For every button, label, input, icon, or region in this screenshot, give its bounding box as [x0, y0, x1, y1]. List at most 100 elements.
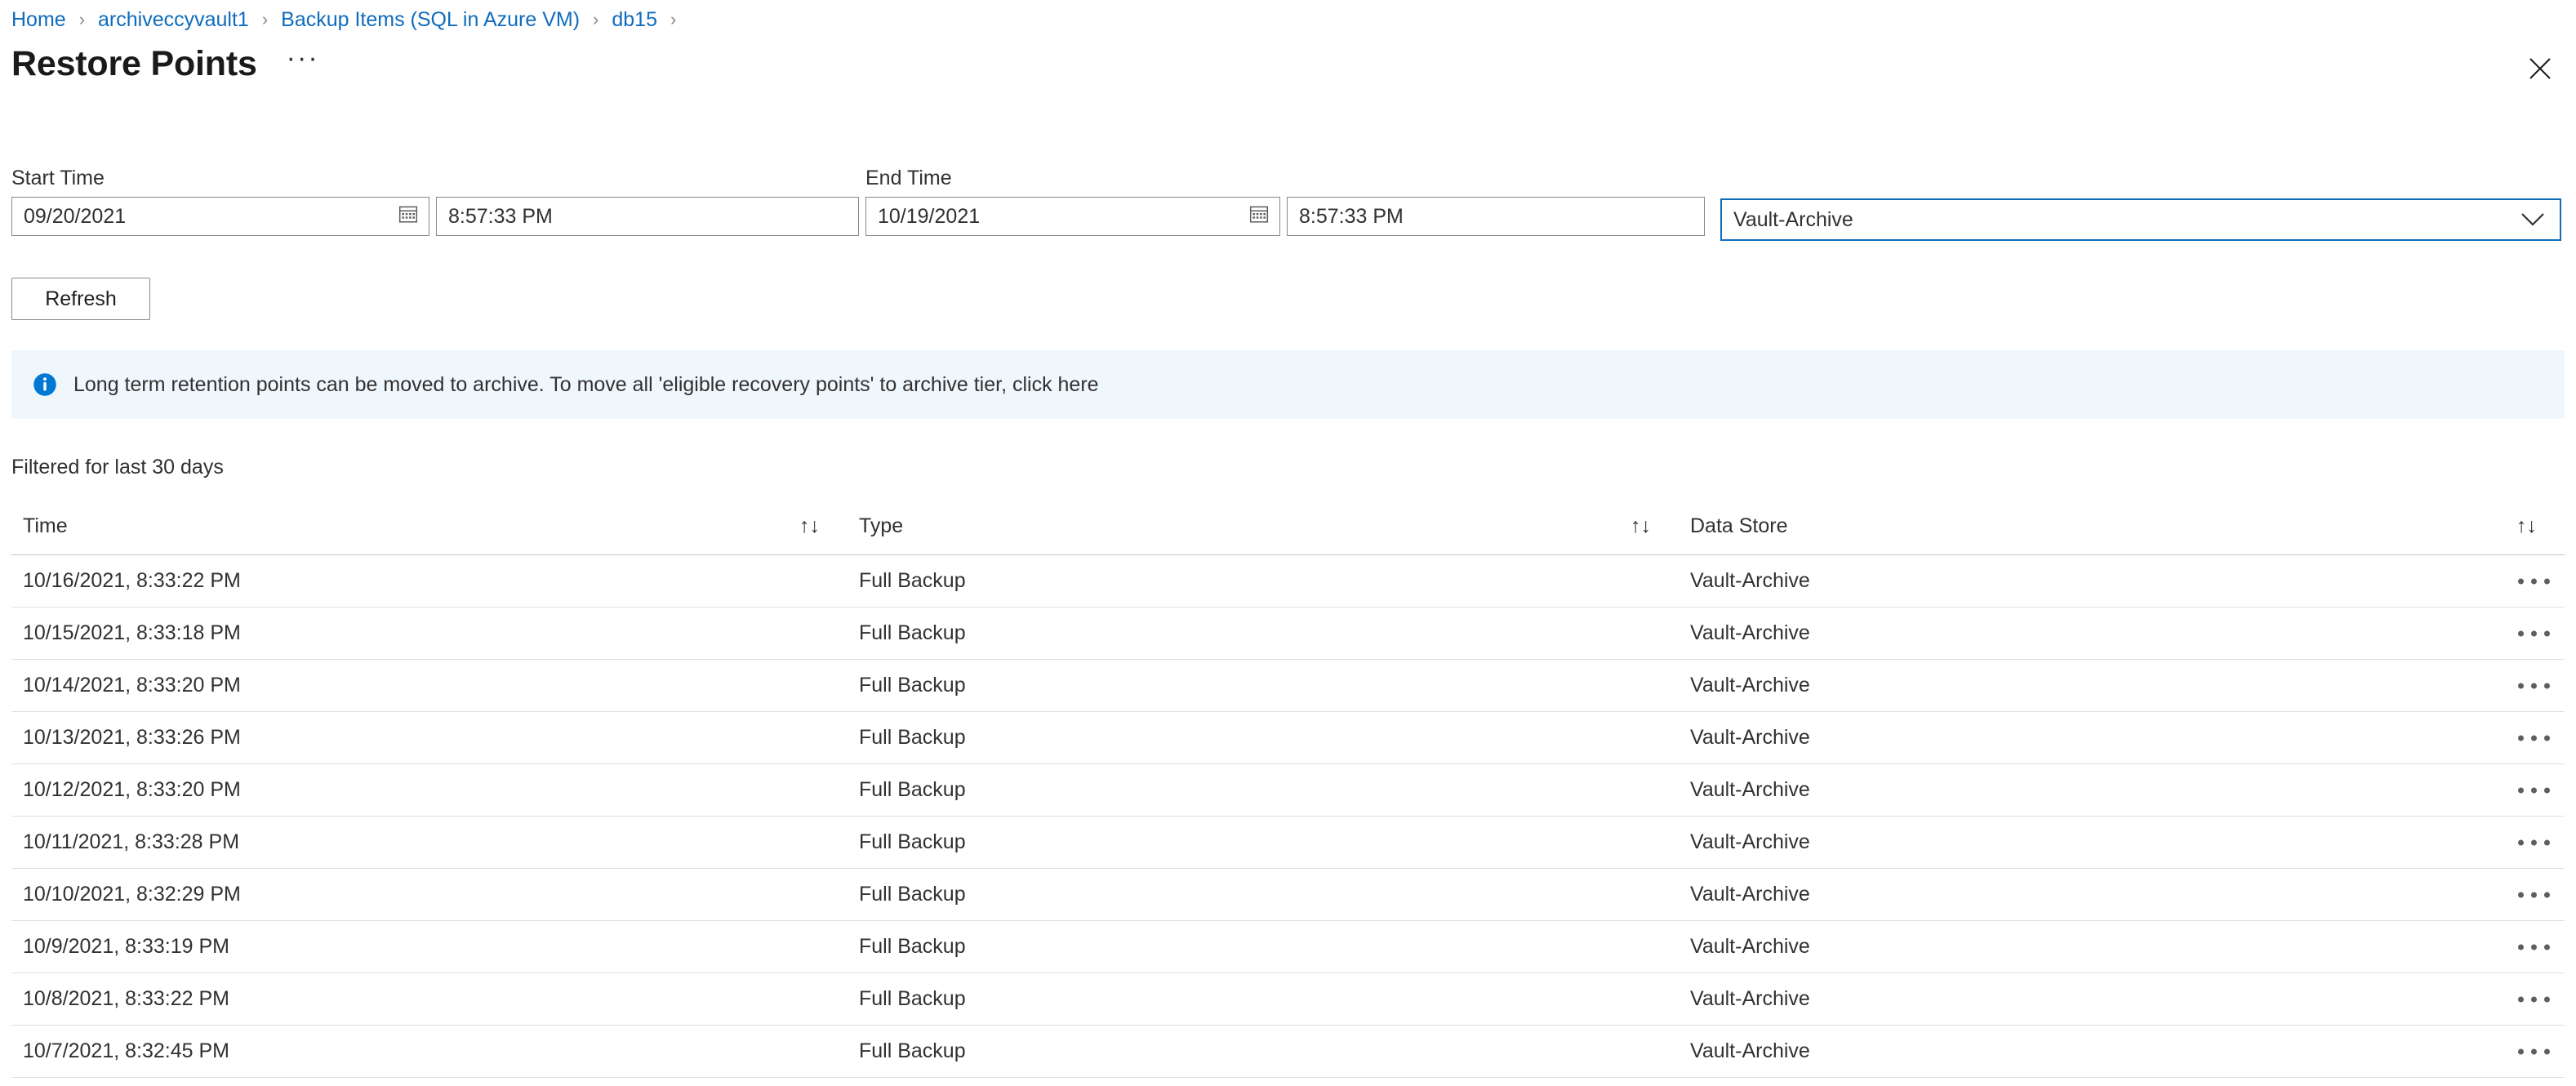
start-date-value: 09/20/2021	[24, 204, 127, 228]
cell-type-value: Full Backup	[859, 726, 966, 749]
cell-type-value: Full Backup	[859, 935, 966, 958]
cell-data-store-value: Vault-Archive	[1690, 883, 1810, 906]
page-title-row: Restore Points ···	[0, 32, 2576, 84]
cell-time-value: 10/12/2021, 8:33:20 PM	[23, 778, 241, 801]
cell-data-store: Vault-Archive	[1679, 660, 2565, 711]
cell-time: 10/9/2021, 8:33:19 PM	[11, 921, 848, 973]
row-context-menu-icon[interactable]	[2518, 996, 2550, 1002]
cell-time-value: 10/13/2021, 8:33:26 PM	[23, 726, 241, 749]
refresh-button[interactable]: Refresh	[11, 278, 150, 320]
end-date-input[interactable]: 10/19/2021	[865, 197, 1280, 236]
data-store-tier-value: Vault-Archive	[1733, 207, 1853, 231]
breadcrumb-item-2[interactable]: Backup Items (SQL in Azure VM)	[281, 7, 580, 32]
start-time-group: Start Time 09/20/2021 8:57:33 PM	[11, 167, 859, 236]
cell-data-store: Vault-Archive	[1679, 1026, 2565, 1077]
column-header-data-store[interactable]: Data Store ↑↓	[1679, 498, 2565, 554]
cell-type: Full Backup	[848, 712, 1679, 763]
cell-time-value: 10/11/2021, 8:33:28 PM	[23, 830, 240, 853]
cell-type-value: Full Backup	[859, 883, 966, 906]
table-row[interactable]: 10/8/2021, 8:33:22 PM Full Backup Vault-Ar…	[11, 973, 2565, 1026]
breadcrumb-separator-icon: ›	[261, 9, 269, 29]
cell-time-value: 10/8/2021, 8:33:22 PM	[23, 987, 229, 1010]
cell-time: 10/10/2021, 8:32:29 PM	[11, 869, 848, 920]
chevron-down-icon[interactable]	[2520, 212, 2560, 227]
cell-data-store-value: Vault-Archive	[1690, 569, 1810, 592]
breadcrumb-item-3[interactable]: db15	[612, 7, 657, 32]
end-date-value: 10/19/2021	[878, 204, 981, 228]
table-row[interactable]: 10/14/2021, 8:33:20 PM Full Backup Vault-A…	[11, 660, 2565, 712]
page-more-actions-icon[interactable]: ···	[287, 44, 319, 78]
cell-type: Full Backup	[848, 608, 1679, 659]
row-context-menu-icon[interactable]	[2518, 944, 2550, 950]
row-context-menu-icon[interactable]	[2518, 683, 2550, 688]
row-context-menu-icon[interactable]	[2518, 1048, 2550, 1054]
column-header-type-label: Type	[859, 514, 904, 537]
cell-time-value: 10/10/2021, 8:32:29 PM	[23, 883, 241, 906]
cell-time: 10/12/2021, 8:33:20 PM	[11, 764, 848, 816]
cell-type: Full Backup	[848, 817, 1679, 868]
sort-icon[interactable]: ↑↓	[799, 514, 848, 538]
column-header-type[interactable]: Type ↑↓	[848, 498, 1679, 554]
breadcrumb-separator-icon: ›	[593, 9, 599, 29]
cell-data-store-value: Vault-Archive	[1690, 674, 1810, 697]
cell-data-store: Vault-Archive	[1679, 921, 2565, 973]
cell-time: 10/13/2021, 8:33:26 PM	[11, 712, 848, 763]
breadcrumb-item-1[interactable]: archiveccyvault1	[98, 7, 249, 32]
table-row[interactable]: 10/13/2021, 8:33:26 PM Full Backup Vault-A…	[11, 712, 2565, 764]
cell-type: Full Backup	[848, 1026, 1679, 1077]
column-header-time-label: Time	[23, 514, 68, 537]
row-context-menu-icon[interactable]	[2518, 839, 2550, 845]
close-icon[interactable]	[2522, 51, 2558, 87]
row-context-menu-icon[interactable]	[2518, 735, 2550, 741]
table-row[interactable]: 10/9/2021, 8:33:19 PM Full Backup Vault-Ar…	[11, 921, 2565, 973]
cell-data-store-value: Vault-Archive	[1690, 778, 1810, 801]
end-time-group: End Time 10/19/2021 8:57:33 PM	[865, 167, 1705, 236]
info-banner[interactable]: Long term retention points can be moved …	[11, 350, 2565, 419]
sort-icon[interactable]: ↑↓	[1631, 514, 1679, 538]
breadcrumb-item-0[interactable]: Home	[11, 7, 66, 32]
cell-data-store-value: Vault-Archive	[1690, 830, 1810, 853]
column-header-time[interactable]: Time ↑↓	[11, 498, 848, 554]
info-banner-text: Long term retention points can be moved …	[73, 372, 1099, 396]
cell-time-value: 10/14/2021, 8:33:20 PM	[23, 674, 241, 697]
data-store-tier-select[interactable]: Vault-Archive	[1720, 198, 2561, 241]
table-body: 10/16/2021, 8:33:22 PM Full Backup Vault-A…	[11, 555, 2565, 1078]
row-context-menu-icon[interactable]	[2518, 892, 2550, 897]
breadcrumb-separator-icon: ›	[670, 9, 677, 29]
cell-time-value: 10/15/2021, 8:33:18 PM	[23, 621, 241, 644]
cell-type: Full Backup	[848, 660, 1679, 711]
table-row[interactable]: 10/12/2021, 8:33:20 PM Full Backup Vault-A…	[11, 764, 2565, 817]
table-row[interactable]: 10/11/2021, 8:33:28 PM Full Backup Vault-A…	[11, 817, 2565, 869]
calendar-icon[interactable]	[1248, 203, 1270, 230]
breadcrumb-separator-icon: ›	[78, 9, 86, 29]
cell-time: 10/14/2021, 8:33:20 PM	[11, 660, 848, 711]
end-time-label: End Time	[865, 167, 952, 189]
calendar-icon[interactable]	[398, 203, 419, 230]
cell-time-value: 10/9/2021, 8:33:19 PM	[23, 935, 229, 958]
table-row[interactable]: 10/7/2021, 8:32:45 PM Full Backup Vault-Ar…	[11, 1026, 2565, 1078]
info-icon	[33, 372, 57, 397]
table-row[interactable]: 10/15/2021, 8:33:18 PM Full Backup Vault-A…	[11, 608, 2565, 660]
page-title: Restore Points	[11, 44, 257, 83]
table-row[interactable]: 10/16/2021, 8:33:22 PM Full Backup Vault-A…	[11, 555, 2565, 608]
row-context-menu-icon[interactable]	[2518, 578, 2550, 584]
start-date-input[interactable]: 09/20/2021	[11, 197, 429, 236]
cell-time: 10/16/2021, 8:33:22 PM	[11, 555, 848, 607]
cell-type: Full Backup	[848, 764, 1679, 816]
row-context-menu-icon[interactable]	[2518, 787, 2550, 793]
cell-data-store: Vault-Archive	[1679, 817, 2565, 868]
breadcrumb: Home › archiveccyvault1 › Backup Items (SQL …	[0, 0, 2576, 32]
cell-data-store: Vault-Archive	[1679, 869, 2565, 920]
column-header-data-store-label: Data Store	[1690, 514, 1788, 537]
start-time-label: Start Time	[11, 167, 105, 189]
cell-data-store: Vault-Archive	[1679, 973, 2565, 1025]
start-time-input[interactable]: 8:57:33 PM	[436, 197, 859, 236]
table-row[interactable]: 10/10/2021, 8:32:29 PM Full Backup Vault-A…	[11, 869, 2565, 921]
cell-type-value: Full Backup	[859, 987, 966, 1010]
row-context-menu-icon[interactable]	[2518, 630, 2550, 636]
end-time-input[interactable]: 8:57:33 PM	[1287, 197, 1705, 236]
sort-icon[interactable]: ↑↓	[2516, 514, 2565, 538]
cell-time-value: 10/16/2021, 8:33:22 PM	[23, 569, 241, 592]
cell-data-store-value: Vault-Archive	[1690, 987, 1810, 1010]
cell-type-value: Full Backup	[859, 1039, 966, 1062]
